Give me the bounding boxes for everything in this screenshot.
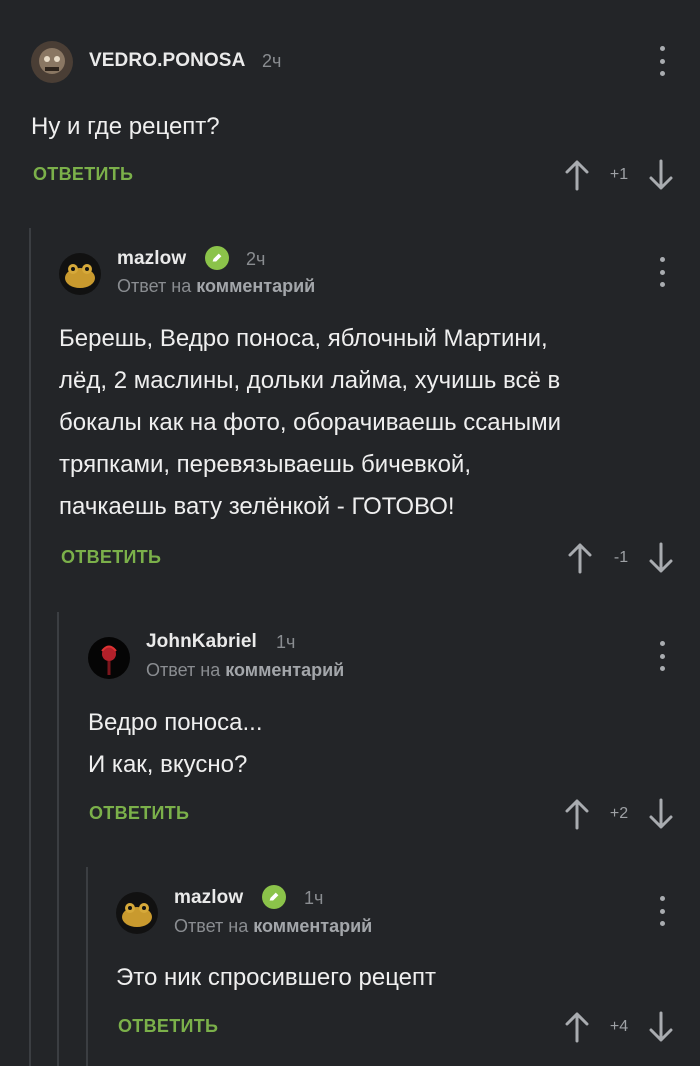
reply-to-label: Ответ на комментарий: [146, 660, 345, 680]
score: +2: [609, 805, 629, 822]
kebab-menu-icon[interactable]: [652, 641, 672, 671]
reply-to-label: Ответ на комментарий: [174, 916, 373, 936]
avatar[interactable]: [59, 253, 101, 295]
reply-to-link[interactable]: комментарий: [253, 916, 372, 936]
comment-time: 2ч: [246, 249, 266, 269]
thread-line-level-1: [29, 228, 31, 1066]
kebab-menu-icon[interactable]: [652, 896, 672, 926]
avatar[interactable]: [88, 637, 130, 679]
comment-time: 1ч: [276, 632, 296, 652]
arrow-down-icon[interactable]: [646, 1010, 676, 1044]
comment-text: Ведро поноса... И как, вкусно?: [88, 709, 263, 778]
comment-text: Берешь, Ведро поноса, яблочный Мартини, …: [59, 325, 562, 520]
score: +1: [609, 166, 629, 183]
kebab-menu-icon[interactable]: [652, 46, 672, 76]
thread-line-level-2: [57, 612, 59, 1066]
arrow-down-icon[interactable]: [646, 541, 676, 575]
avatar[interactable]: [31, 41, 73, 83]
score: +4: [609, 1018, 629, 1035]
arrow-down-icon[interactable]: [646, 158, 676, 192]
avatar[interactable]: [116, 892, 158, 934]
thread-line-level-3: [86, 867, 88, 1066]
reply-button[interactable]: ОТВЕТИТЬ: [118, 1016, 218, 1037]
reply-button[interactable]: ОТВЕТИТЬ: [89, 803, 189, 824]
pencil-check-icon: [205, 246, 229, 270]
reply-to-link[interactable]: комментарий: [225, 660, 344, 680]
username[interactable]: mazlow: [117, 248, 186, 270]
username[interactable]: JohnKabriel: [146, 631, 257, 653]
pencil-check-icon: [262, 885, 286, 909]
comment-time: 1ч: [304, 888, 324, 908]
arrow-up-icon[interactable]: [562, 158, 592, 192]
arrow-up-icon[interactable]: [562, 1010, 592, 1044]
arrow-up-icon[interactable]: [565, 541, 595, 575]
reply-button[interactable]: ОТВЕТИТЬ: [33, 164, 133, 185]
reply-button[interactable]: ОТВЕТИТЬ: [61, 547, 161, 568]
username[interactable]: mazlow: [174, 887, 243, 909]
comment-text: Ну и где рецепт?: [31, 113, 220, 140]
arrow-up-icon[interactable]: [562, 797, 592, 831]
comment-text: Это ник спросившего рецепт: [116, 964, 437, 991]
reply-to-label: Ответ на комментарий: [117, 276, 316, 296]
reply-to-link[interactable]: комментарий: [196, 276, 315, 296]
kebab-menu-icon[interactable]: [652, 257, 672, 287]
username[interactable]: VEDRO.PONOSA: [89, 50, 245, 72]
comment-time: 2ч: [262, 51, 282, 71]
arrow-down-icon[interactable]: [646, 797, 676, 831]
score: -1: [613, 549, 629, 566]
